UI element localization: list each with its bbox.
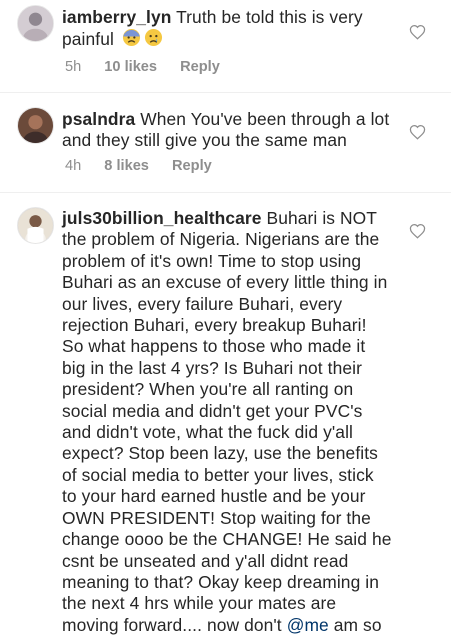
comment-likes[interactable]: 8 likes bbox=[104, 158, 149, 174]
comment-body-tail: am so bbox=[333, 614, 382, 635]
crying-face-icon bbox=[144, 28, 163, 52]
like-heart-icon[interactable] bbox=[409, 124, 426, 140]
like-heart-icon[interactable] bbox=[409, 223, 426, 239]
comment-divider bbox=[0, 192, 451, 193]
comment-meta: 4h 8 likes Reply bbox=[65, 158, 231, 174]
comment-username[interactable]: iamberry_lyn bbox=[62, 7, 171, 27]
reply-button[interactable]: Reply bbox=[180, 59, 220, 75]
comment-text: psalndra When You've been through a lot … bbox=[62, 109, 392, 152]
avatar[interactable] bbox=[17, 5, 54, 42]
comment-time: 5h bbox=[65, 59, 82, 75]
comment-divider bbox=[0, 92, 451, 93]
comment-username[interactable]: juls30billion_healthcare bbox=[62, 208, 262, 228]
like-heart-icon[interactable] bbox=[409, 24, 426, 40]
comment-body: Buhari is NOT the problem of Nigeria. Ni… bbox=[62, 208, 392, 635]
avatar[interactable] bbox=[17, 107, 54, 144]
mention-link[interactable]: @me bbox=[287, 615, 329, 635]
fearful-face-icon bbox=[122, 28, 141, 52]
comment-time: 4h bbox=[65, 158, 82, 174]
comment-text: juls30billion_healthcare Buhari is NOT t… bbox=[62, 208, 392, 636]
comment-likes[interactable]: 10 likes bbox=[104, 59, 157, 75]
avatar[interactable] bbox=[17, 207, 54, 244]
comment-meta: 5h 10 likes Reply bbox=[65, 59, 239, 75]
comment-username[interactable]: psalndra bbox=[62, 109, 135, 129]
reply-button[interactable]: Reply bbox=[172, 158, 212, 174]
comment-text: iamberry_lyn Truth be told this is very … bbox=[62, 7, 392, 53]
